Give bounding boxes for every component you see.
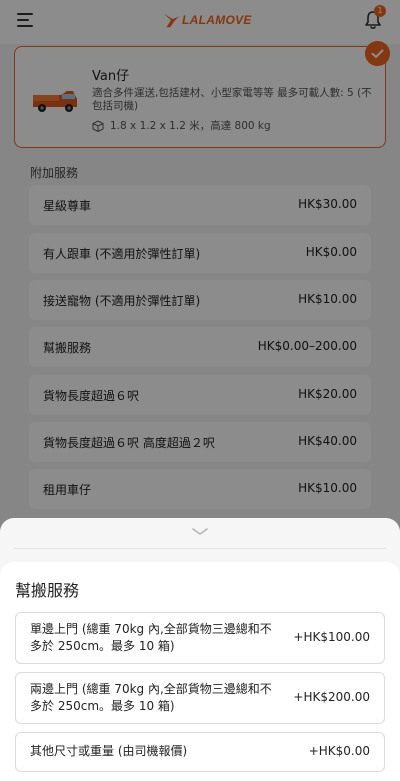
option-label-line: 其他尺寸或重量 (由司機報價) <box>30 744 188 758</box>
helper-option[interactable]: 兩邊上門 (總重 70kg 內,全部貨物三邊總和不 多於 250cm。最多 10… <box>15 672 385 724</box>
sheet-title: 幫搬服務 <box>15 581 80 600</box>
option-label-line: 多於 250cm。最多 10 箱) <box>30 699 175 713</box>
option-label: 兩邊上門 (總重 70kg 內,全部貨物三邊總和不 多於 250cm。最多 10… <box>30 681 272 715</box>
divider <box>14 548 386 549</box>
helper-option[interactable]: 其他尺寸或重量 (由司機報價) +HK$0.00 <box>15 732 385 772</box>
option-label-line: 兩邊上門 (總重 70kg 內,全部貨物三邊總和不 <box>30 682 272 696</box>
option-price: +HK$100.00 <box>293 630 370 644</box>
app-screen: LALAMOVE 1 Van仔 適合多件運送,包括建材、小型家電等等 最多可載人… <box>0 0 400 781</box>
chevron-down-icon[interactable] <box>192 528 208 536</box>
option-price: +HK$0.00 <box>308 744 370 758</box>
option-label: 單邊上門 (總重 70kg 內,全部貨物三邊總和不 多於 250cm。最多 10… <box>30 621 272 655</box>
option-price: +HK$200.00 <box>293 690 370 704</box>
option-label-line: 單邊上門 (總重 70kg 內,全部貨物三邊總和不 <box>30 622 272 636</box>
option-label-line: 多於 250cm。最多 10 箱) <box>30 639 175 653</box>
option-label: 其他尺寸或重量 (由司機報價) <box>30 743 187 760</box>
helper-option[interactable]: 單邊上門 (總重 70kg 內,全部貨物三邊總和不 多於 250cm。最多 10… <box>15 612 385 664</box>
